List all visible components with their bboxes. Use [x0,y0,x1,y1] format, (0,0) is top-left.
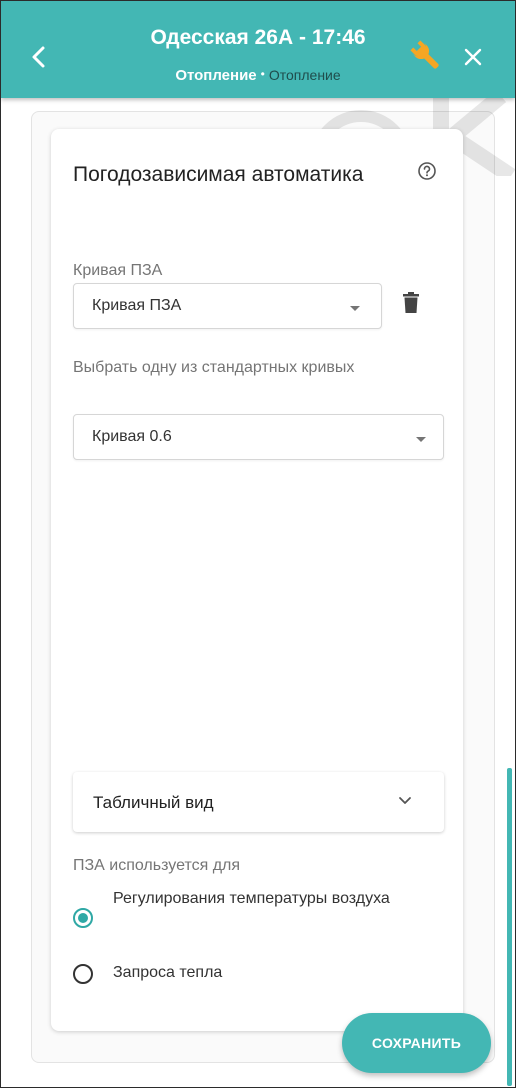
standard-curve-label: Выбрать одну из стандартных кривых [73,359,355,376]
object-name: Одесская 26А [150,26,294,49]
table-view-label: Табличный вид [93,793,214,812]
delete-curve-button[interactable] [403,292,419,314]
breadcrumb-dot: • [260,67,265,81]
settings-button[interactable] [409,39,443,73]
header-bar: Одесская 26А - 17:46 Отопление • Отопление [1,1,515,98]
standard-curve-select[interactable]: Кривая 0.6 [73,414,444,460]
breadcrumb-primary: Отопление [175,67,257,84]
save-button[interactable]: СОХРАНИТЬ [342,1013,491,1073]
usage-label: ПЗА используется для [73,857,241,874]
question-circle-icon[interactable] [417,161,437,181]
radio-option-air-temperature[interactable]: Регулирования температуры воздуха [73,879,443,941]
title-separator: - [299,26,306,49]
radio-option-heat-request[interactable]: Запроса тепла [73,955,443,985]
curve-select-value: Кривая ПЗА [92,297,182,314]
radio-label: Регулирования температуры воздуха [113,890,390,907]
radio-label: Запроса тепла [113,964,223,981]
dropdown-caret-icon [350,306,360,311]
standard-curve-value: Кривая 0.6 [92,428,172,445]
breadcrumb-secondary: Отопление [268,67,341,83]
dropdown-caret-icon [416,437,426,442]
close-button[interactable] [461,45,485,69]
close-icon [464,48,482,66]
table-view-toggle[interactable]: Табличный вид [73,772,444,832]
wrench-icon [410,40,439,69]
curve-select[interactable]: Кривая ПЗА [73,283,382,329]
header-time: 17:46 [311,26,366,49]
card-title: Погодозависимая автоматика [73,163,364,186]
radio-selected[interactable] [73,908,93,928]
weather-automation-card: Погодозависимая автоматика Кривая ПЗА Кр… [51,129,463,1031]
chevron-down-icon [399,797,411,804]
radio-unselected[interactable] [73,964,93,984]
scrollbar-thumb[interactable] [507,768,512,1086]
trash-icon [403,292,419,313]
curve-label: Кривая ПЗА [73,262,163,279]
app-window: Одесская 26А - 17:46 Отопление • Отопление [0,0,516,1088]
